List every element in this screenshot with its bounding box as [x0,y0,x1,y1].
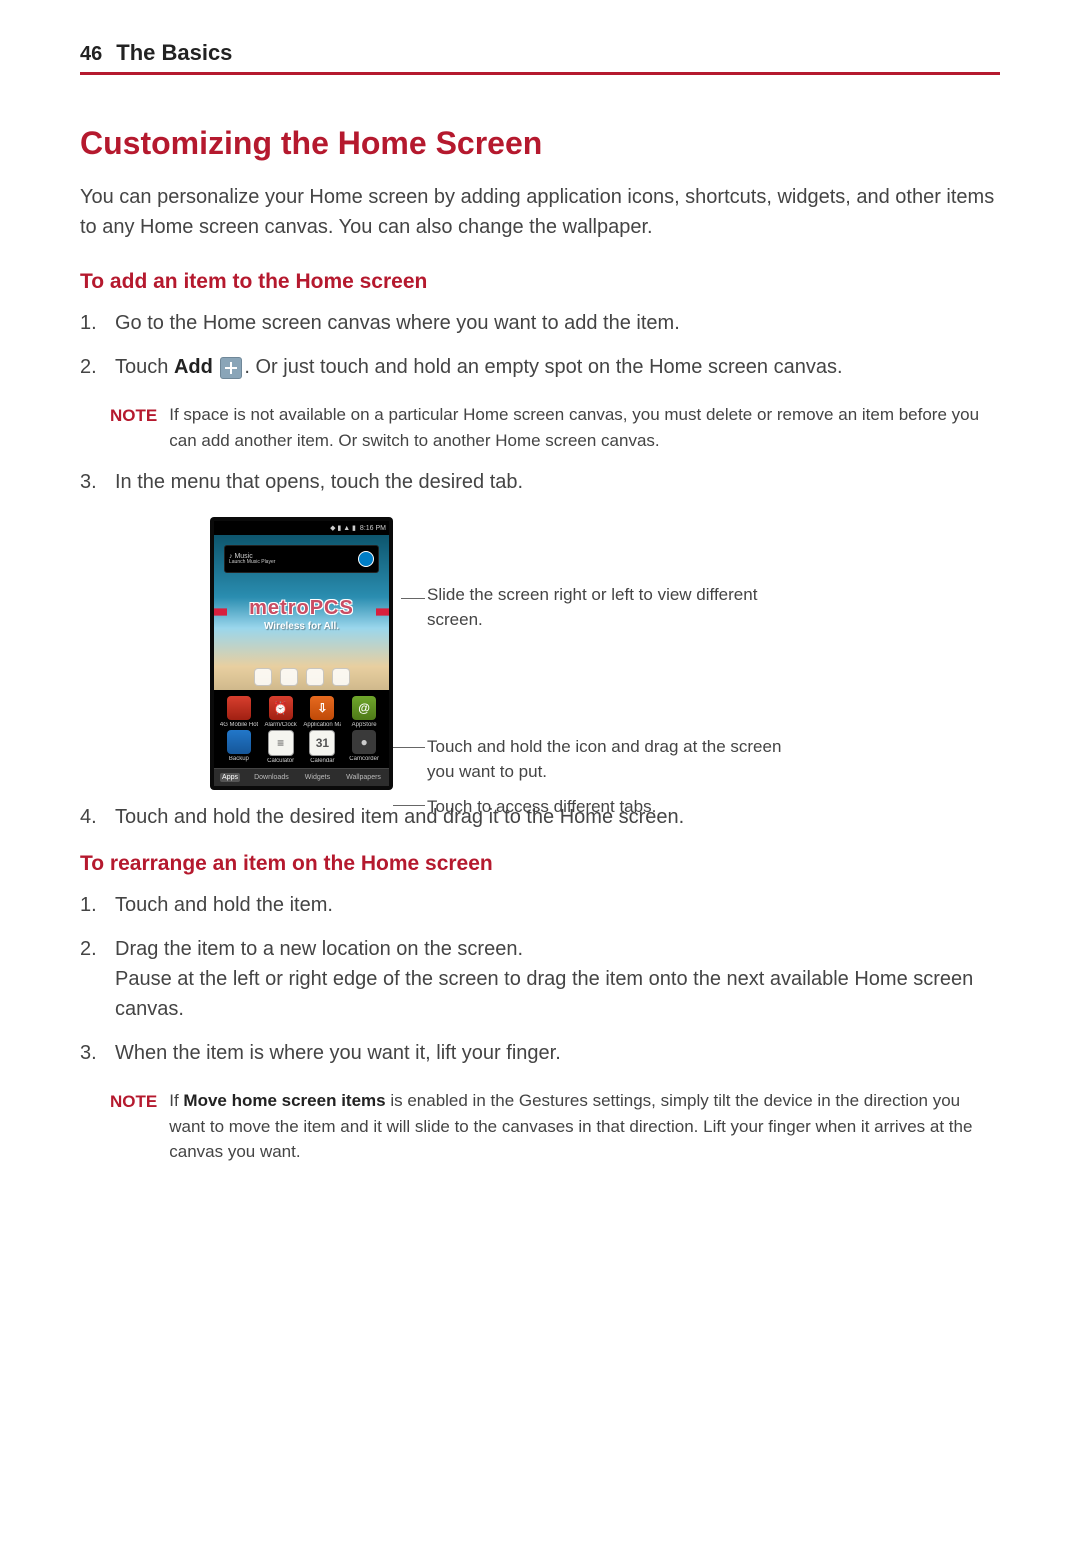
note-body: If Move home screen items is enabled in … [169,1088,1000,1165]
add-item-heading: To add an item to the Home screen [80,270,1000,294]
rearrange-step-3: When the item is where you want it, lift… [80,1038,1000,1068]
dock-icon [280,668,298,686]
app-label: 4G Mobile Hotspot [220,722,258,728]
app-icon: ⇩ [310,696,334,720]
app-grid: 4G Mobile Hotspot ⏰ Alarm/Clock ⇩ Applicatio… [214,690,389,768]
rearrange-heading: To rearrange an item on the Home screen [80,852,1000,876]
app-cell: ⇩ Application Manager [303,696,341,728]
note-label: NOTE [110,1088,157,1165]
add-step-1: Go to the Home screen canvas where you w… [80,308,1000,338]
app-label: Calendar [303,758,341,764]
carrier-tagline: Wireless for All. [214,621,389,632]
app-icon: ⏰ [269,696,293,720]
add-item-steps-cont: In the menu that opens, touch the desire… [80,467,1000,497]
music-banner: ♪ Music Launch Music Player [224,545,379,573]
add-label: Add [174,356,213,378]
dock-icon [332,668,350,686]
page-header: 46 The Basics [80,40,1000,75]
add-step-4: Touch and hold the desired item and drag… [80,802,1000,832]
rearrange-step-2: Drag the item to a new location on the s… [80,934,1000,1024]
phone-mockup: ◆ ▮ ▲ ▮ 8:16 PM ♪ Music Launch Music Pla… [210,517,393,790]
add-item-steps: Go to the Home screen canvas where you w… [80,308,1000,382]
app-icon [227,730,251,754]
tab-downloads: Downloads [252,773,291,782]
app-cell: ≡ Calculator [262,730,300,764]
status-icons: ◆ ▮ ▲ ▮ [330,524,356,532]
app-icon: ≡ [268,730,294,756]
add-step-2-text-a: Touch [115,356,174,378]
tab-apps: Apps [220,773,240,782]
app-label: Calculator [262,758,300,764]
plus-icon [220,357,242,379]
app-label: Alarm/Clock [262,722,300,728]
app-label: Camcorder [345,756,383,762]
add-note: NOTE If space is not available on a part… [110,402,1000,453]
section-title: The Basics [116,40,232,66]
note-body: If space is not available on a particula… [169,402,1000,453]
add-step-2: Touch Add . Or just touch and hold an em… [80,352,1000,382]
tab-wallpapers: Wallpapers [344,773,383,782]
app-cell: Backup [220,730,258,764]
note-bold: Move home screen items [183,1091,385,1110]
page-number: 46 [80,43,102,66]
app-cell: ● Camcorder [345,730,383,764]
banner-text: Launch Music Player [229,560,275,565]
carrier-logo: metroPCS [214,597,389,620]
app-label: Application Manager [303,722,341,728]
manual-page: 46 The Basics Customizing the Home Scree… [0,0,1080,1239]
app-icon: ● [352,730,376,754]
page-title: Customizing the Home Screen [80,125,1000,162]
wallpaper-area: ♪ Music Launch Music Player metroPCS Wir… [214,535,389,690]
note-label: NOTE [110,402,157,453]
intro-paragraph: You can personalize your Home screen by … [80,182,1000,242]
rearrange-steps: Touch and hold the item. Drag the item t… [80,890,1000,1068]
status-time: 8:16 PM [360,525,386,532]
app-icon: @ [352,696,376,720]
callout-slide: Slide the screen right or left to view d… [427,583,803,632]
rearrange-step-1: Touch and hold the item. [80,890,1000,920]
callout-drag: Touch and hold the icon and drag at the … [427,735,803,784]
add-step-2-text-c: . Or just touch and hold an empty spot o… [244,356,842,378]
app-cell: 4G Mobile Hotspot [220,696,258,728]
note-text-a: If [169,1091,183,1110]
app-icon: 31 [309,730,335,756]
status-bar: ◆ ▮ ▲ ▮ 8:16 PM [214,521,389,535]
app-cell: @ AppStore [345,696,383,728]
app-icon [227,696,251,720]
add-step-3: In the menu that opens, touch the desire… [80,467,1000,497]
dock-icon [306,668,324,686]
tab-bar: Apps Downloads Widgets Wallpapers [214,768,389,786]
app-label: Backup [220,756,258,762]
dock-row [214,668,389,686]
phone-figure: ◆ ▮ ▲ ▮ 8:16 PM ♪ Music Launch Music Pla… [210,517,1000,790]
add-item-steps-final: Touch and hold the desired item and drag… [80,802,1000,832]
app-cell: 31 Calendar [303,730,341,764]
app-cell: ⏰ Alarm/Clock [262,696,300,728]
tab-widgets: Widgets [303,773,332,782]
app-label: AppStore [345,722,383,728]
rearrange-note: NOTE If Move home screen items is enable… [110,1088,1000,1165]
play-button-icon [358,551,374,567]
dock-icon [254,668,272,686]
